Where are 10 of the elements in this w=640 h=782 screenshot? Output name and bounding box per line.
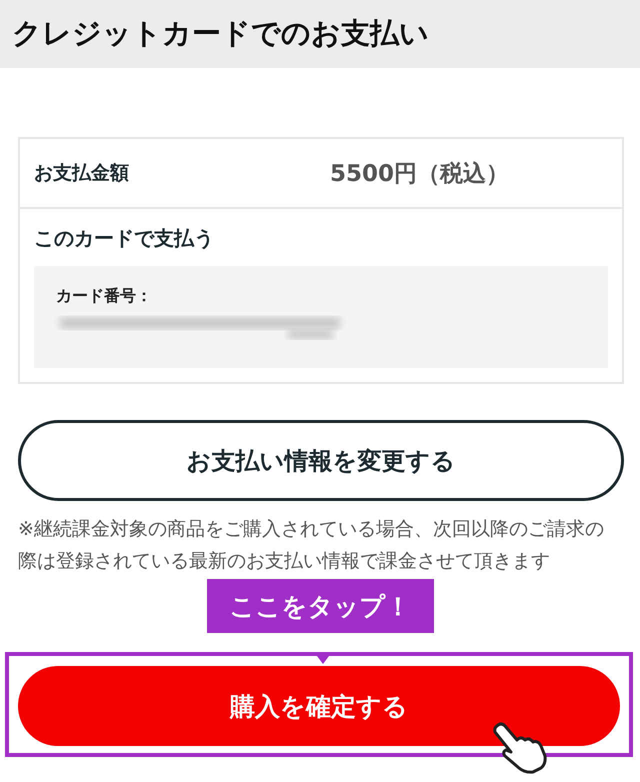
amount-value: 5500円（税込）: [330, 160, 510, 188]
page-title: クレジットカードでのお支払い: [12, 15, 429, 52]
billing-note: ※継続課金対象の商品をご購入されている場合、次回以降のご請求の際は登録されている最新のお支払い情報で課金させて頂きます: [18, 517, 605, 574]
amount-label: お支払金額: [34, 161, 130, 186]
card-heading: このカードで支払う: [34, 225, 215, 252]
pointing-hand-icon: [491, 722, 549, 774]
confirm-purchase-button[interactable]: 購入を確定する: [18, 666, 620, 746]
tap-callout: ここをタップ！: [206, 579, 434, 633]
card-number-label: カード番号：: [56, 286, 153, 307]
change-payment-button[interactable]: お支払い情報を変更する: [18, 420, 624, 501]
